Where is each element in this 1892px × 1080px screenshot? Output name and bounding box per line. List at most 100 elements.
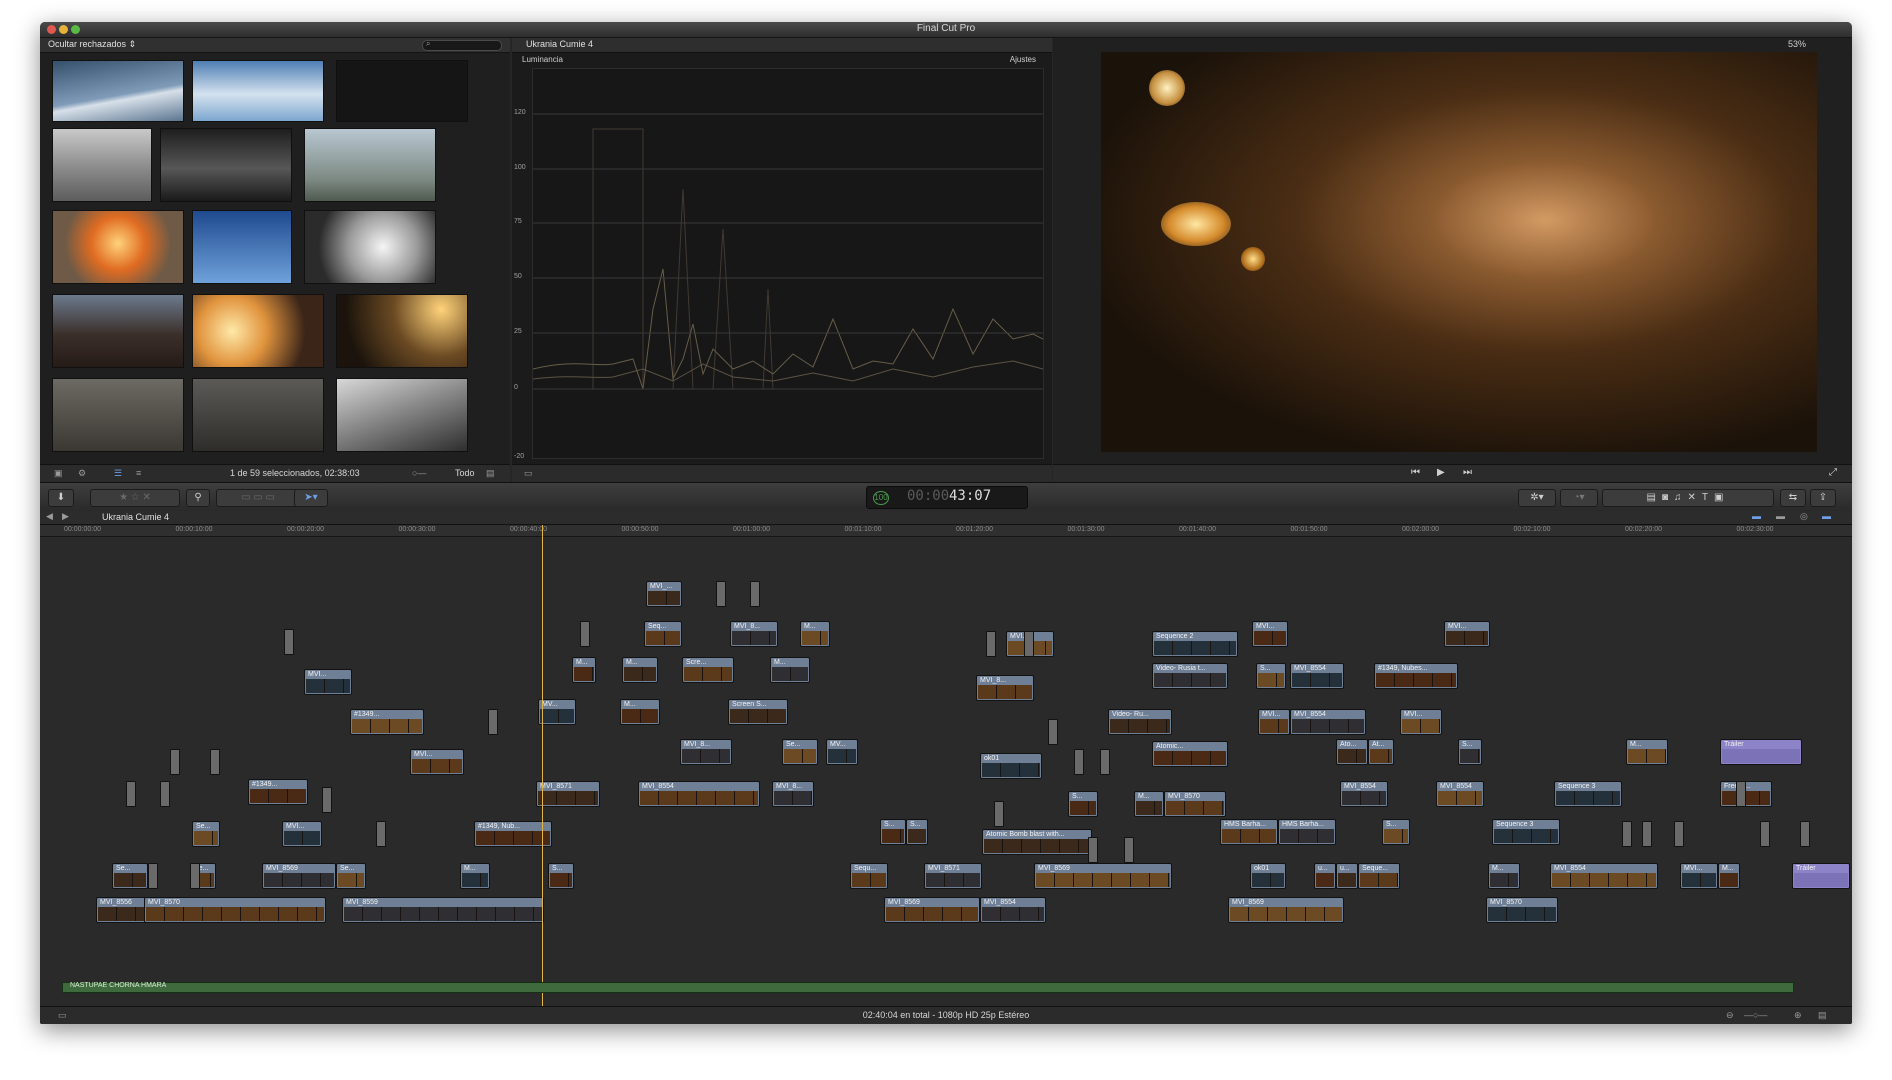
timeline-clip[interactable]: MVI... — [1258, 709, 1290, 735]
timeline-clip[interactable]: M... — [800, 621, 830, 647]
timeline-clip[interactable]: M... — [1134, 791, 1164, 817]
clip-thumbnail[interactable] — [192, 60, 324, 122]
timeline-clip[interactable]: MVI... — [1252, 621, 1288, 647]
clip-thumbnail[interactable] — [52, 294, 184, 368]
timeline-clip[interactable]: Se... — [112, 863, 148, 889]
timecode-display[interactable]: 100 00:00 43:07 — [866, 486, 1028, 509]
clip-thumbnail[interactable] — [336, 378, 468, 452]
snapping-icon[interactable]: ▬ — [1822, 511, 1834, 521]
next-edit-button[interactable]: ⏭ — [1463, 467, 1472, 478]
clip-appearance-icon[interactable]: ▤ — [486, 468, 498, 478]
timeline-clip-collapsed[interactable] — [160, 781, 170, 807]
timeline-clip[interactable]: MVI_8570 — [1164, 791, 1226, 817]
audio-skimming-icon[interactable]: ▬ — [1752, 511, 1764, 521]
timeline-clip[interactable]: MV... — [826, 739, 858, 765]
timeline-clip[interactable]: M... — [770, 657, 810, 683]
clip-thumbnail[interactable] — [52, 128, 152, 202]
timeline-clip[interactable]: MVI_8554 — [1436, 781, 1484, 807]
timeline-clip[interactable]: MVI_8554 — [638, 781, 760, 807]
timeline-clip[interactable]: HMS Barha... — [1278, 819, 1336, 845]
timeline-clip[interactable]: S... — [1382, 819, 1410, 845]
timeline-clip-collapsed[interactable] — [1800, 821, 1810, 847]
zoom-slider[interactable]: ○— — [412, 468, 450, 478]
timeline-clip[interactable]: MVI_8569 — [884, 897, 980, 923]
timeline-clip[interactable]: MVI_8571 — [536, 781, 600, 807]
timeline-clip-collapsed[interactable] — [190, 863, 200, 889]
search-input[interactable]: ⌕ — [422, 39, 502, 51]
timeline-clip[interactable]: Screen S... — [728, 699, 788, 725]
timeline-clip[interactable]: MVI_8559 — [342, 897, 544, 923]
zoom-in-icon[interactable]: ⊕ — [1794, 1010, 1806, 1020]
timeline-clip-collapsed[interactable] — [1024, 631, 1034, 657]
timeline-clip[interactable]: ok01 — [980, 753, 1042, 779]
timeline-clip[interactable]: MVI_8554 — [1340, 781, 1388, 807]
zoom-level-dropdown[interactable]: 53% — [1788, 39, 1806, 49]
timeline-clip-collapsed[interactable] — [210, 749, 220, 775]
clip-thumbnail[interactable] — [52, 378, 184, 452]
timeline-clip-collapsed[interactable] — [126, 781, 136, 807]
keyword-button[interactable]: ⚲ — [186, 489, 210, 507]
timeline-clip-collapsed[interactable] — [1088, 837, 1098, 863]
timeline-clip-collapsed[interactable] — [284, 629, 294, 655]
media-browser-buttons[interactable]: ▤◙♫✕T▣ — [1602, 489, 1774, 507]
timeline-clip[interactable]: MVI... — [1680, 863, 1718, 889]
timeline-clip[interactable]: M... — [1626, 739, 1668, 765]
timeline-clip-collapsed[interactable] — [1622, 821, 1632, 847]
timeline-clip[interactable]: MVI_8554 — [1290, 663, 1344, 689]
skimming-icon[interactable]: ▬ — [1776, 511, 1788, 521]
solo-icon[interactable]: ◎ — [1800, 511, 1812, 521]
clip-thumbnail[interactable] — [304, 128, 436, 202]
gear-icon[interactable]: ⚙ — [78, 468, 90, 478]
timeline-clip-collapsed[interactable] — [376, 821, 386, 847]
timeline-clip-collapsed[interactable] — [1100, 749, 1110, 775]
timeline-clip-collapsed[interactable] — [716, 581, 726, 607]
timeline-clip-collapsed[interactable] — [994, 801, 1004, 827]
timeline-ruler[interactable]: 00:00:00:00 00:00:10:00 00:00:20:00 00:00:3… — [40, 525, 1852, 537]
fullscreen-icon[interactable]: ⤢ — [1829, 467, 1837, 478]
timeline-clip-collapsed[interactable] — [986, 631, 996, 657]
timeline-clip[interactable]: MVI_8571 — [924, 863, 982, 889]
zoom-out-icon[interactable]: ⊖ — [1726, 1010, 1738, 1020]
filmstrip-view-icon[interactable]: ☰ — [114, 468, 126, 478]
import-button[interactable]: ⬇ — [48, 489, 74, 507]
video-frame[interactable] — [1101, 52, 1817, 452]
clip-thumbnail[interactable] — [160, 128, 292, 202]
clip-thumbnail[interactable] — [192, 378, 324, 452]
timeline-clip[interactable]: #1349, Nubes... — [1374, 663, 1458, 689]
filter-dropdown[interactable]: Ocultar rechazados ⇕ — [48, 39, 136, 50]
timeline-clip[interactable]: M... — [1488, 863, 1520, 889]
timeline-clip[interactable]: M... — [572, 657, 596, 683]
timeline-clip[interactable]: M... — [1718, 863, 1740, 889]
timeline-clip[interactable]: Video- Rusia t... — [1152, 663, 1228, 689]
timeline-clip[interactable]: MVI... — [1400, 709, 1442, 735]
timeline-clip[interactable]: MVI_8... — [976, 675, 1034, 701]
timeline-clip[interactable]: S... — [906, 819, 928, 845]
timeline-clip[interactable]: HMS Barha... — [1220, 819, 1278, 845]
timeline-clip[interactable]: #1349... — [248, 779, 308, 805]
retime-button[interactable]: ◔▾ — [1560, 489, 1598, 507]
timeline-clip-collapsed[interactable] — [1124, 837, 1134, 863]
timeline-zoom-slider[interactable]: —○— — [1744, 1010, 1790, 1020]
audio-clip[interactable] — [62, 982, 1794, 993]
timeline-clip[interactable]: M... — [460, 863, 490, 889]
previous-edit-button[interactable]: ⏮ — [1411, 467, 1420, 478]
timeline-clip[interactable]: S... — [880, 819, 906, 845]
enhancements-button[interactable]: ✲▾ — [1518, 489, 1556, 507]
timeline-clip[interactable]: MVI... — [1444, 621, 1490, 647]
timeline-clip-collapsed[interactable] — [1642, 821, 1652, 847]
timeline-clip[interactable]: MVI_8554 — [1290, 709, 1366, 735]
timeline-clip[interactable]: Tráiler — [1720, 739, 1802, 765]
list-view-icon[interactable]: ≡ — [136, 468, 148, 478]
timeline-clip[interactable]: #1349... — [350, 709, 424, 735]
timeline-clip[interactable]: S... — [548, 863, 574, 889]
timeline-clip[interactable]: MVI_... — [646, 581, 682, 607]
library-toggle-icon[interactable]: ▣ — [54, 468, 66, 478]
playhead[interactable] — [542, 525, 543, 1008]
timeline-clip[interactable]: MVI_8... — [730, 621, 778, 647]
clip-thumbnail[interactable] — [336, 60, 468, 122]
timeline-clip[interactable]: Se... — [192, 821, 220, 847]
timeline-clip[interactable]: Atomic... — [1152, 741, 1228, 767]
forward-icon[interactable]: ▶ — [62, 511, 74, 521]
back-icon[interactable]: ◀ — [46, 511, 58, 521]
themes-button[interactable]: ⇆ — [1780, 489, 1806, 507]
